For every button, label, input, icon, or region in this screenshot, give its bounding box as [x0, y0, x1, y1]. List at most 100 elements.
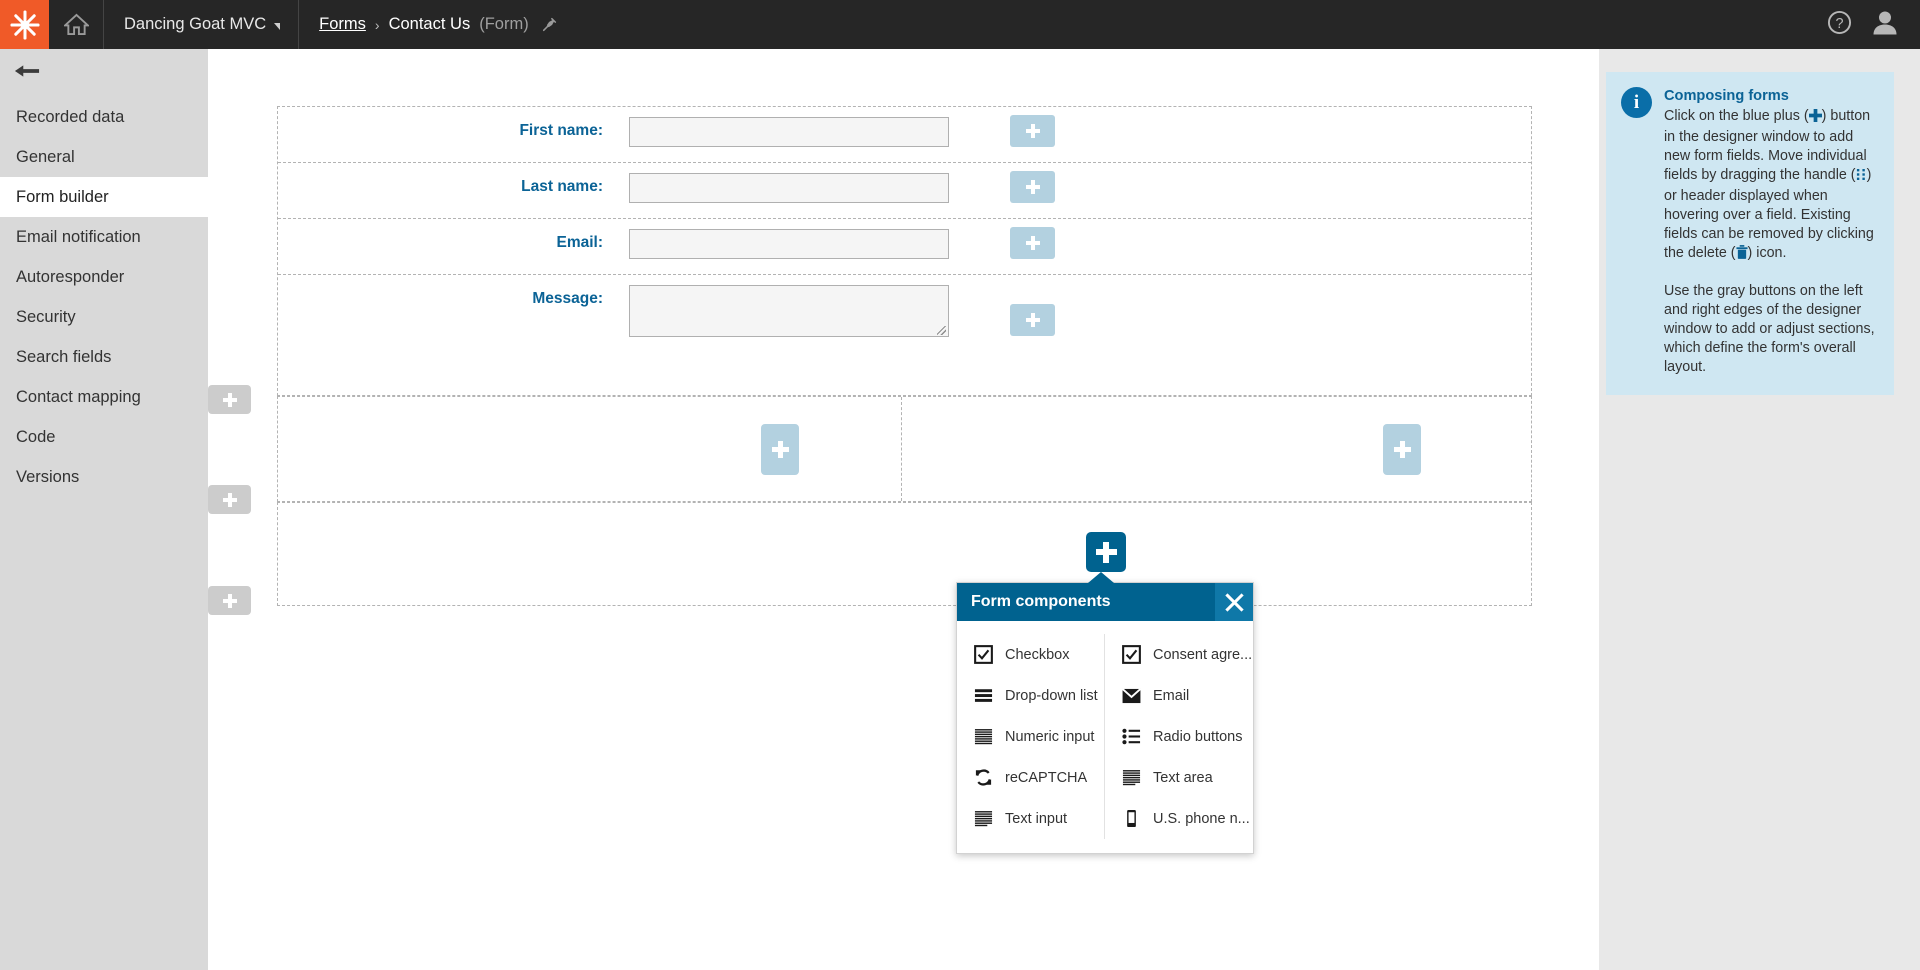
add-field-button[interactable] [1010, 227, 1055, 259]
add-field-button[interactable] [1010, 171, 1055, 203]
back-arrow-icon [14, 63, 40, 84]
component-item-recaptcha[interactable]: reCAPTCHA [957, 757, 1104, 798]
question-mark-circle-icon[interactable]: ? [1827, 10, 1852, 40]
sidebar-item-recorded-data[interactable]: Recorded data [0, 97, 208, 137]
radio-buttons-icon [1121, 726, 1142, 747]
add-field-button[interactable] [1010, 304, 1055, 336]
form-field-first-name: First name: [208, 115, 1599, 147]
component-label: reCAPTCHA [1005, 769, 1088, 786]
sidebar-item-autoresponder[interactable]: Autoresponder [0, 257, 208, 297]
help-text-part-d: ) icon. [1747, 245, 1787, 261]
sidebar-item-label: Autoresponder [16, 267, 125, 286]
pin-icon[interactable] [542, 17, 557, 32]
add-field-button-column-left[interactable] [761, 424, 799, 475]
form-field-message: Message: [208, 285, 1599, 337]
popup-pointer-arrow [1088, 572, 1114, 583]
column-divider [901, 397, 902, 501]
sidebar-item-versions[interactable]: Versions [0, 457, 208, 497]
svg-text:?: ? [1835, 15, 1843, 31]
add-section-button-middle[interactable] [208, 485, 251, 514]
breadcrumb-separator-icon: › [374, 16, 380, 33]
drag-handle-icon [1856, 168, 1867, 187]
form-components-popup: Form components Checkbox Drop-down list … [956, 572, 1254, 854]
popup-body: Checkbox Drop-down list Numeric input re… [957, 621, 1253, 853]
component-label: Email [1153, 687, 1190, 704]
sidebar-item-security[interactable]: Security [0, 297, 208, 337]
component-item-consent-agreement[interactable]: Consent agre... [1105, 634, 1253, 675]
form-builder-canvas: First name: Last name: Email: Message: F… [208, 49, 1599, 970]
close-x-icon[interactable] [1215, 583, 1253, 621]
field-input[interactable] [629, 117, 949, 147]
back-button[interactable] [0, 49, 208, 97]
sidebar-item-search-fields[interactable]: Search fields [0, 337, 208, 377]
field-row-divider [278, 162, 1531, 163]
sidebar-item-contact-mapping[interactable]: Contact mapping [0, 377, 208, 417]
form-section-bottom [277, 502, 1532, 606]
help-panel-paragraph-1: Click on the blue plus () button in the … [1664, 107, 1876, 265]
form-field-email: Email: [208, 227, 1599, 259]
component-item-drop-down-list[interactable]: Drop-down list [957, 675, 1104, 716]
form-section-two-columns [277, 396, 1532, 502]
field-textarea[interactable] [629, 285, 949, 337]
add-component-button-active[interactable] [1086, 532, 1126, 572]
component-item-checkbox[interactable]: Checkbox [957, 634, 1104, 675]
sidebar-item-email-notification[interactable]: Email notification [0, 217, 208, 257]
help-text-part-a: Click on the blue plus ( [1664, 108, 1809, 124]
popup-title: Form components [971, 593, 1111, 610]
component-label: Consent agre... [1153, 646, 1253, 663]
info-glyph: i [1633, 91, 1640, 113]
component-label: Text input [1005, 810, 1068, 827]
sidebar-item-label: Code [16, 427, 56, 446]
component-item-numeric-input[interactable]: Numeric input [957, 716, 1104, 757]
user-avatar-icon[interactable] [1872, 10, 1898, 40]
sidebar-item-label: Recorded data [16, 107, 125, 126]
add-section-button-top[interactable] [208, 385, 251, 414]
component-item-radio-buttons[interactable]: Radio buttons [1105, 716, 1253, 757]
sidebar: Recorded data General Form builder Email… [0, 49, 208, 970]
breadcrumb-current: Contact Us [388, 15, 471, 33]
breadcrumb: Forms › Contact Us (Form) [299, 0, 1827, 49]
recaptcha-icon [973, 767, 994, 788]
popup-column-left: Checkbox Drop-down list Numeric input re… [957, 634, 1105, 839]
plus-icon [1808, 109, 1822, 128]
sidebar-item-label: Search fields [16, 347, 112, 366]
caret-down-icon [274, 23, 281, 30]
component-item-email[interactable]: Email [1105, 675, 1253, 716]
sidebar-item-label: Contact mapping [16, 387, 141, 406]
sidebar-item-code[interactable]: Code [0, 417, 208, 457]
field-label: Last name: [521, 178, 603, 195]
sidebar-item-label: Email notification [16, 227, 141, 246]
breadcrumb-root-link[interactable]: Forms [319, 15, 366, 34]
form-field-last-name: Last name: [208, 171, 1599, 203]
site-selector[interactable]: Dancing Goat MVC [104, 0, 300, 49]
add-field-button-column-right[interactable] [1383, 424, 1421, 475]
component-item-text-input[interactable]: Text input [957, 798, 1104, 839]
field-input[interactable] [629, 229, 949, 259]
help-panel-text: Composing forms Click on the blue plus (… [1664, 87, 1876, 377]
component-item-text-area[interactable]: Text area [1105, 757, 1253, 798]
kentico-asterisk-logo[interactable] [0, 0, 49, 49]
top-bar: Dancing Goat MVC Forms › Contact Us (For… [0, 0, 1920, 49]
top-bar-actions: ? [1827, 0, 1920, 49]
field-label: Email: [556, 234, 603, 251]
home-icon[interactable] [49, 0, 104, 49]
field-input[interactable] [629, 173, 949, 203]
component-item-us-phone-number[interactable]: U.S. phone n... [1105, 798, 1253, 839]
envelope-icon [1121, 685, 1142, 706]
site-name: Dancing Goat MVC [124, 15, 267, 33]
sidebar-item-form-builder[interactable]: Form builder [0, 177, 208, 217]
checkbox-icon [973, 644, 994, 665]
component-label: Text area [1153, 769, 1213, 786]
info-circle-icon: i [1621, 87, 1652, 118]
add-field-button[interactable] [1010, 115, 1055, 147]
sidebar-item-label: Versions [16, 467, 80, 486]
add-section-button-bottom[interactable] [208, 586, 251, 615]
resize-handle-icon[interactable] [937, 326, 946, 335]
field-row-divider [278, 218, 1531, 219]
component-label: Checkbox [1005, 646, 1070, 663]
component-label: Drop-down list [1005, 687, 1098, 704]
sidebar-item-general[interactable]: General [0, 137, 208, 177]
sidebar-item-label: Security [16, 307, 76, 326]
help-panel-paragraph-2: Use the gray buttons on the left and rig… [1664, 283, 1875, 375]
text-input-icon [973, 808, 994, 829]
